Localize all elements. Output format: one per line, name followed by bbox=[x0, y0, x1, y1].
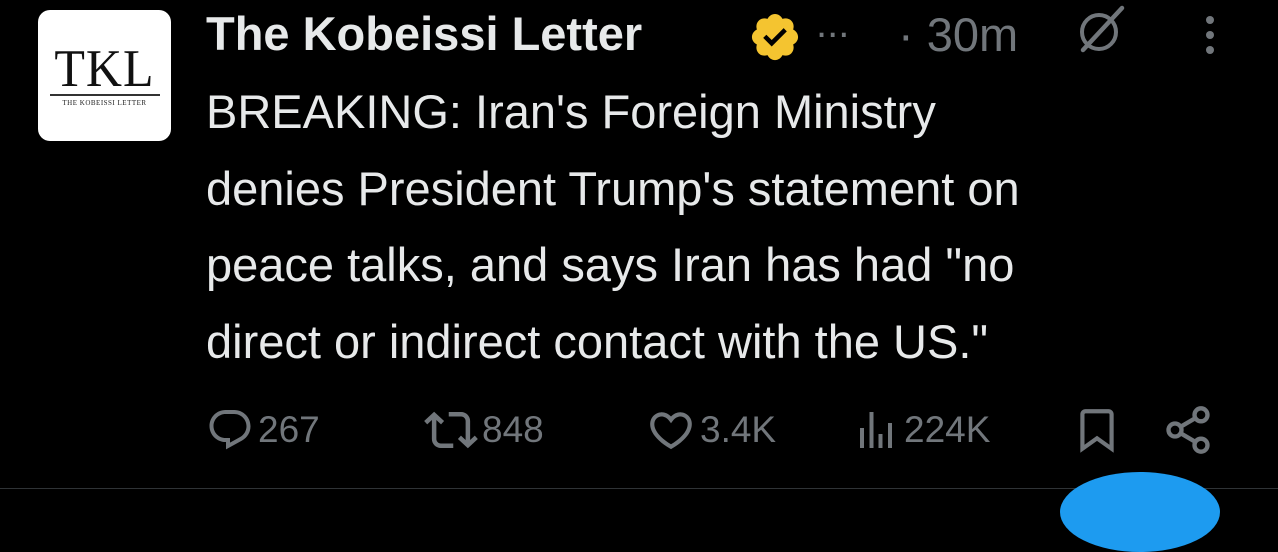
reply-icon bbox=[209, 410, 251, 450]
verified-badge-icon bbox=[751, 13, 799, 61]
share-icon bbox=[1166, 406, 1210, 454]
tweet-text: BREAKING: Iran's Foreign Ministry denies… bbox=[206, 85, 1020, 368]
avatar[interactable]: TKL THE KOBEISSI LETTER bbox=[38, 10, 171, 141]
reply-count: 267 bbox=[258, 409, 320, 450]
like-count: 3.4K bbox=[700, 409, 777, 450]
avatar-subtext: THE KOBEISSI LETTER bbox=[62, 98, 147, 107]
avatar-monogram: TKL bbox=[54, 38, 155, 97]
bookmark-button[interactable] bbox=[1072, 398, 1122, 462]
compose-fab[interactable] bbox=[1060, 472, 1220, 552]
views-button[interactable]: 224K bbox=[852, 398, 990, 462]
retweet-count: 848 bbox=[482, 409, 544, 450]
tweet-header: The Kobeissi Letter ... · 30m bbox=[206, 0, 1266, 62]
name-truncation: ... bbox=[816, 2, 850, 46]
author-name[interactable]: The Kobeissi Letter bbox=[206, 6, 642, 61]
retweet-icon bbox=[424, 411, 478, 449]
heart-icon bbox=[650, 412, 692, 450]
like-button[interactable]: 3.4K bbox=[646, 398, 776, 462]
views-count: 224K bbox=[904, 409, 991, 450]
tweet-time[interactable]: · 30m bbox=[898, 7, 1018, 62]
more-vertical-icon[interactable] bbox=[1196, 14, 1224, 58]
reply-button[interactable]: 267 bbox=[206, 398, 320, 462]
share-button[interactable] bbox=[1162, 398, 1214, 462]
bookmark-icon bbox=[1080, 409, 1114, 453]
retweet-button[interactable]: 848 bbox=[424, 398, 544, 462]
grok-icon[interactable] bbox=[1072, 2, 1128, 58]
views-bar-icon bbox=[860, 412, 892, 448]
action-bar: 267 848 3.4K 224K bbox=[0, 398, 1278, 462]
